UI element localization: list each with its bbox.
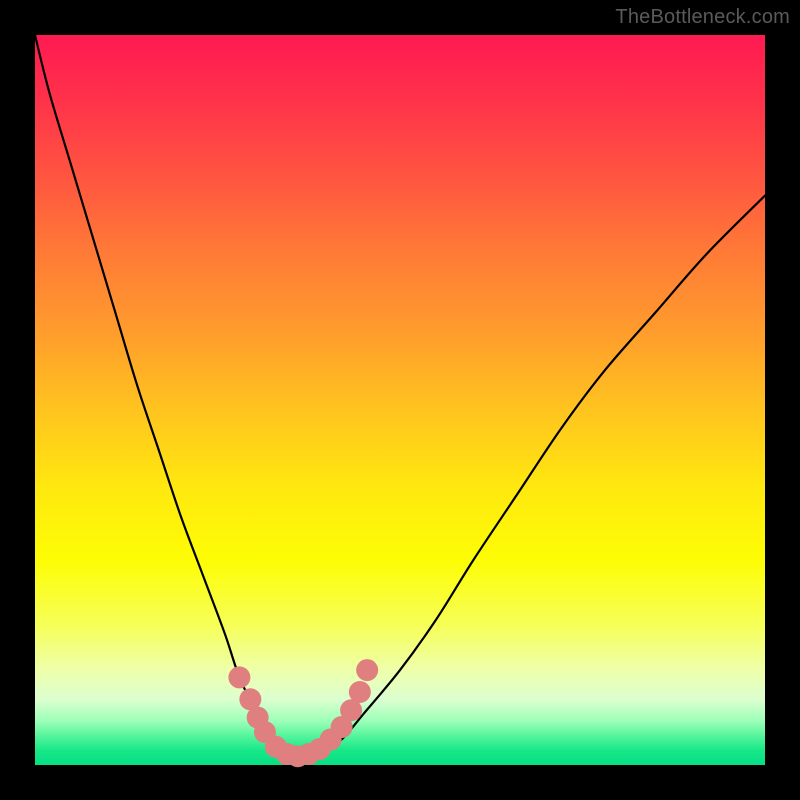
chart-svg [35, 35, 765, 765]
plot-area [35, 35, 765, 765]
marker-point [349, 681, 371, 703]
marker-point [228, 666, 250, 688]
bottleneck-curve [35, 35, 765, 758]
chart-frame: TheBottleneck.com [0, 0, 800, 800]
marker-point [356, 659, 378, 681]
highlight-markers [228, 659, 378, 767]
watermark-text: TheBottleneck.com [615, 6, 790, 29]
